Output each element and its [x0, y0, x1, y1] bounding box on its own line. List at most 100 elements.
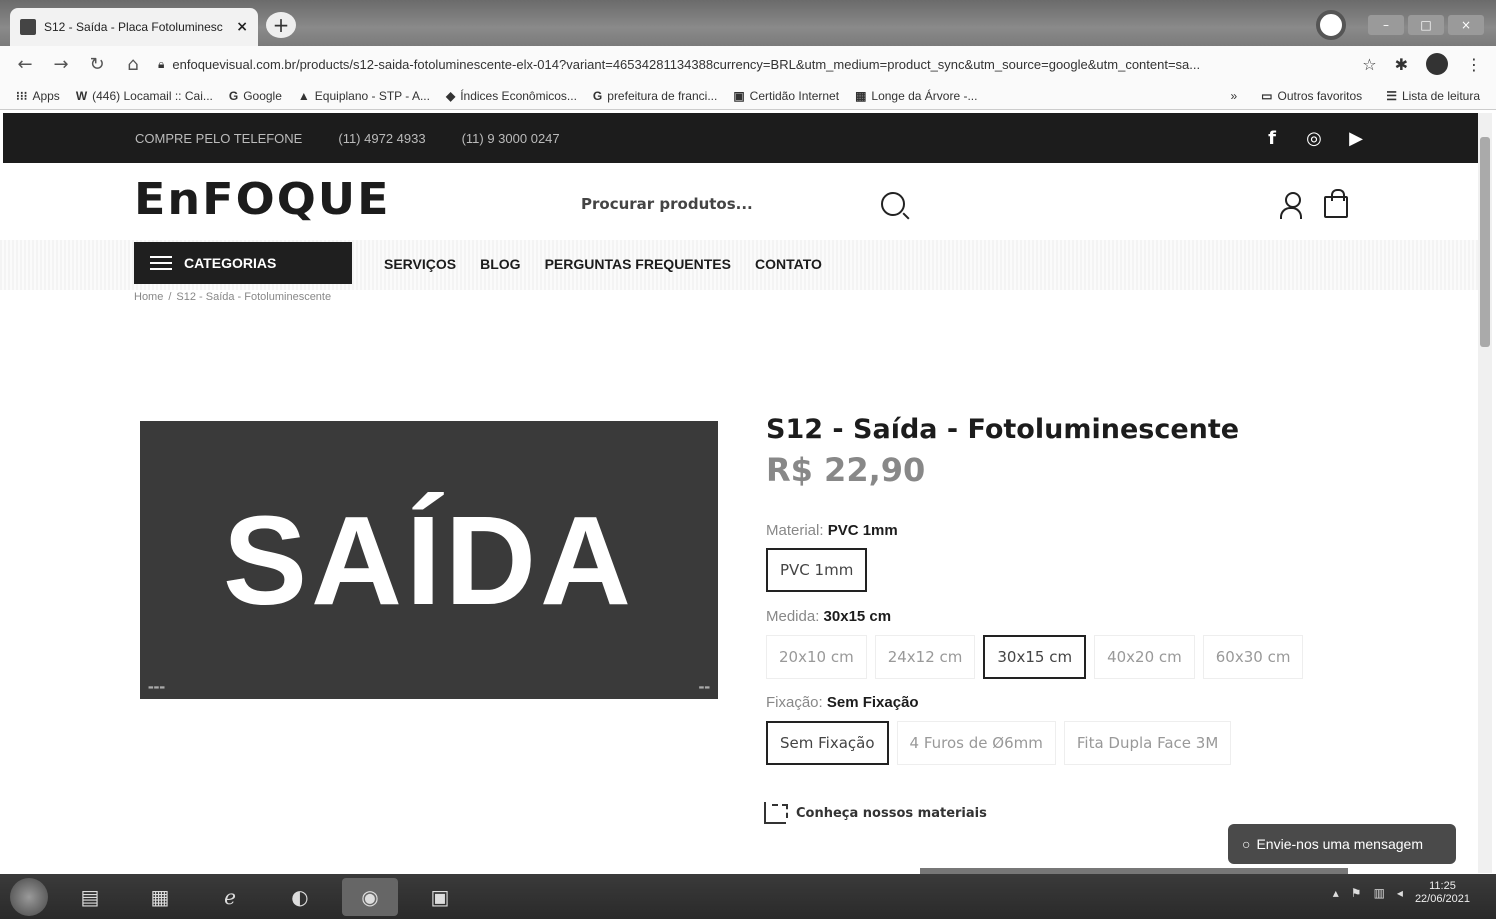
- taskbar-explorer-icon[interactable]: ▤: [62, 878, 118, 916]
- option-fixing-sem-fixacao[interactable]: Sem Fixação: [766, 721, 889, 765]
- bookmark-apps[interactable]: ⁝⁝⁝ Apps: [16, 89, 60, 103]
- site-logo[interactable]: EnFOQUE: [134, 173, 391, 224]
- bookmark-google[interactable]: G Google: [229, 89, 282, 103]
- option-size-40x20[interactable]: 40x20 cm: [1094, 635, 1195, 679]
- scrollbar-thumb[interactable]: [1480, 137, 1490, 347]
- back-icon[interactable]: ←: [14, 54, 36, 75]
- main-nav: SERVIÇOS BLOG PERGUNTAS FREQUENTES CONTA…: [384, 256, 822, 272]
- categories-label: CATEGORIAS: [184, 255, 277, 271]
- materials-link[interactable]: Conheça nossos materiais: [764, 802, 987, 824]
- w-icon: W: [75, 88, 88, 103]
- hamburger-icon: [150, 256, 172, 270]
- taskbar-app-icon[interactable]: ▣: [412, 878, 468, 916]
- clock-time: 11:25: [1429, 880, 1456, 892]
- star-icon[interactable]: ☆: [1362, 55, 1376, 74]
- longe-icon: ▦: [855, 88, 867, 103]
- option-fixing-4-furos[interactable]: 4 Furos de Ø6mm: [896, 721, 1056, 765]
- size-selected: 30x15 cm: [823, 608, 892, 625]
- taskbar-media-icon[interactable]: ◐: [272, 878, 328, 916]
- url-field[interactable]: 🔒︎ enfoquevisual.com.br/products/s12-sai…: [158, 57, 1348, 72]
- size-label: Medida: 30x15 cm: [766, 608, 892, 625]
- new-tab-button[interactable]: +: [266, 12, 296, 38]
- option-size-20x10[interactable]: 20x10 cm: [766, 635, 867, 679]
- bookmark-prefeitura[interactable]: Gprefeitura de franci...: [593, 89, 717, 103]
- breadcrumb-home[interactable]: Home: [134, 291, 163, 303]
- fixing-label: Fixação: Sem Fixação: [766, 694, 919, 711]
- shopping-bag-icon[interactable]: [1324, 189, 1348, 218]
- bookmark-indices[interactable]: ◆ Índices Econômicos...: [446, 89, 577, 103]
- apps-grid-icon: ⁝⁝⁝: [16, 88, 28, 103]
- system-tray: ▴ ⚑ ▥ ◂ 11:25 22/06/2021: [1333, 880, 1470, 906]
- product-image-text: SAÍDA: [222, 489, 636, 631]
- nav-servicos[interactable]: SERVIÇOS: [384, 256, 456, 272]
- tray-arrow-icon[interactable]: ▴: [1333, 886, 1339, 900]
- option-size-60x30[interactable]: 60x30 cm: [1202, 635, 1304, 679]
- clock-date: 22/06/2021: [1414, 893, 1470, 905]
- image-fine-print-right: ▬▬: [698, 684, 710, 691]
- tray-flag-icon[interactable]: ⚑: [1351, 886, 1362, 900]
- product-price: R$ 22,90: [766, 451, 926, 489]
- extensions-icon[interactable]: ✱: [1395, 55, 1408, 74]
- search-input[interactable]: [581, 195, 881, 213]
- menu-icon[interactable]: ⋮: [1466, 55, 1482, 74]
- other-favorites[interactable]: ▭ Outros favoritos: [1261, 89, 1362, 103]
- option-size-30x15[interactable]: 30x15 cm: [983, 635, 1087, 679]
- youtube-icon[interactable]: ▶: [1346, 128, 1366, 149]
- search-icon[interactable]: [881, 192, 905, 216]
- social-links: f ◎ ▶: [1262, 128, 1366, 149]
- bookmark-locamail[interactable]: W (446) Locamail :: Cai...: [76, 89, 213, 103]
- folder-icon: ▭: [1261, 88, 1273, 103]
- tab-close-icon[interactable]: ×: [236, 19, 248, 35]
- maximize-button[interactable]: □: [1408, 15, 1444, 35]
- taskbar-chrome-icon[interactable]: ◉: [342, 877, 398, 916]
- avatar[interactable]: [1426, 53, 1448, 75]
- facebook-icon[interactable]: f: [1262, 128, 1282, 149]
- forward-icon[interactable]: →: [50, 54, 72, 75]
- taskbar-ie-icon[interactable]: ℯ: [202, 878, 258, 916]
- browser-tab[interactable]: S12 - Saída - Placa Fotoluminesc ×: [10, 8, 258, 46]
- reload-icon[interactable]: ↻: [86, 54, 108, 75]
- bookmarks-bar: ⁝⁝⁝ Apps W (446) Locamail :: Cai... G Googl…: [0, 82, 1496, 110]
- instagram-icon[interactable]: ◎: [1304, 128, 1324, 149]
- material-options: PVC 1mm: [766, 548, 868, 592]
- search-box: [563, 180, 923, 228]
- clock[interactable]: 11:25 22/06/2021: [1415, 880, 1470, 906]
- breadcrumb-separator: /: [168, 291, 172, 303]
- address-bar-icons: ☆ ✱ ⋮: [1362, 53, 1482, 75]
- option-material-pvc-1mm[interactable]: PVC 1mm: [766, 548, 868, 592]
- bookmark-longe[interactable]: ▦ Longe da Árvore -...: [855, 89, 977, 103]
- start-button[interactable]: [10, 877, 48, 916]
- reading-list[interactable]: ☰ Lista de leitura: [1386, 89, 1480, 103]
- phone-number-1[interactable]: (11) 4972 4933: [338, 131, 425, 146]
- bookmark-equiplano[interactable]: ▲ Equiplano - STP - A...: [298, 89, 430, 103]
- page-scrollbar[interactable]: [1478, 113, 1492, 873]
- option-size-24x12[interactable]: 24x12 cm: [874, 635, 976, 679]
- os-taskbar: ▤ ▦ ℯ ◐ ◉ ▣ ▴ ⚑ ▥ ◂ 11:25 22/06/2021: [0, 874, 1496, 919]
- user-icon[interactable]: [1280, 192, 1302, 220]
- bookmarks-more-button[interactable]: »: [1230, 89, 1237, 103]
- tray-volume-icon[interactable]: ◂: [1397, 886, 1403, 900]
- browser-tab-bar: S12 - Saída - Placa Fotoluminesc × + – □…: [0, 0, 1496, 46]
- close-window-button[interactable]: ×: [1448, 15, 1484, 35]
- taskbar-files-icon[interactable]: ▦: [132, 878, 188, 916]
- product-image[interactable]: SAÍDA ▬▬▬ ▬▬: [140, 421, 718, 699]
- chat-button[interactable]: ○ Envie-nos uma mensagem: [1228, 824, 1456, 864]
- bookmark-certidao[interactable]: ▣ Certidão Internet: [733, 89, 839, 103]
- material-label: Material: PVC 1mm: [766, 522, 898, 539]
- minimize-button[interactable]: –: [1368, 15, 1404, 35]
- profile-icon[interactable]: [1316, 10, 1346, 40]
- lock-icon[interactable]: 🔒︎: [158, 57, 164, 72]
- breadcrumb-current: S12 - Saída - Fotoluminescente: [176, 291, 332, 303]
- fixing-options: Sem Fixação 4 Furos de Ø6mm Fita Dupla F…: [766, 721, 1232, 765]
- material-selected: PVC 1mm: [827, 522, 898, 539]
- tray-network-icon[interactable]: ▥: [1374, 886, 1385, 900]
- home-icon[interactable]: ⌂: [122, 54, 144, 75]
- phone-number-2[interactable]: (11) 9 3000 0247: [462, 131, 560, 146]
- nav-perguntas-frequentes[interactable]: PERGUNTAS FREQUENTES: [545, 256, 731, 272]
- nav-contato[interactable]: CONTATO: [755, 256, 822, 272]
- bookmarks-right: » ▭ Outros favoritos ☰ Lista de leitura: [1230, 89, 1480, 103]
- option-fixing-fita-dupla-face[interactable]: Fita Dupla Face 3M: [1063, 721, 1232, 765]
- nav-blog[interactable]: BLOG: [480, 256, 520, 272]
- url-text[interactable]: enfoquevisual.com.br/products/s12-saida-…: [172, 57, 1200, 72]
- categories-button[interactable]: CATEGORIAS: [134, 242, 352, 284]
